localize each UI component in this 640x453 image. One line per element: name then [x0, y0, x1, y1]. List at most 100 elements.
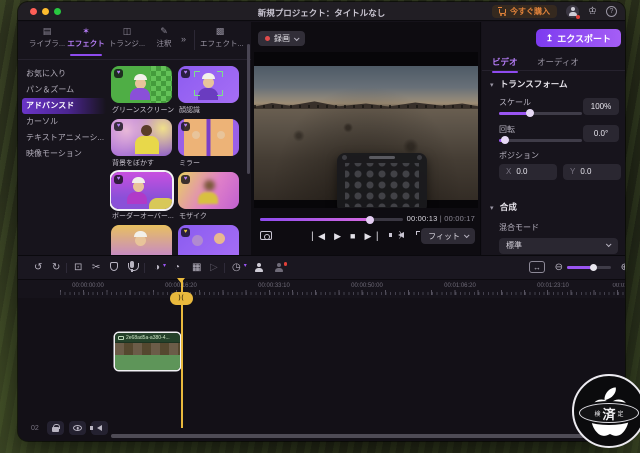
position-y-field[interactable]: Y 0.0: [563, 164, 621, 180]
playhead-split-handle[interactable]: )(: [170, 292, 193, 305]
position-label: ポジション: [499, 151, 539, 160]
timeline-zoom-slider[interactable]: [567, 263, 611, 271]
effects-scrollbar[interactable]: [247, 44, 250, 174]
effect-thumb-art: [149, 198, 172, 209]
category-video-motion[interactable]: 映像モーション: [22, 146, 106, 162]
next-frame-icon[interactable]: ▶: [364, 228, 377, 245]
video-frame: [254, 66, 478, 208]
record-button[interactable]: 録画: [258, 31, 305, 46]
volume-icon[interactable]: [389, 230, 404, 239]
crown-icon[interactable]: ♔: [588, 6, 597, 17]
fit-zoom-dropdown[interactable]: フィット: [421, 228, 475, 244]
effect-thumb-partial[interactable]: [111, 225, 172, 255]
category-text-animation[interactable]: テキストアニメーシ...: [22, 130, 106, 146]
ruler-timecode: 00:01: [612, 283, 625, 289]
category-favorites[interactable]: お気に入り: [22, 66, 106, 82]
category-advanced[interactable]: アドバンスド: [22, 98, 106, 114]
composite-section-header[interactable]: ▾ 合成: [490, 201, 517, 213]
marker-icon[interactable]: [110, 262, 118, 271]
toolbar-divider: [144, 263, 145, 273]
export-button[interactable]: ↥ エクスポート: [535, 29, 621, 47]
ruler-timecode: 00:00:50:00: [351, 283, 383, 289]
speed-icon[interactable]: ◔: [174, 261, 180, 274]
effect-thumb-border-overlay[interactable]: ♥: [111, 172, 172, 209]
zoom-slider-knob[interactable]: [589, 263, 597, 271]
effect-thumb-mosaic[interactable]: ♥: [178, 172, 239, 209]
category-cursor[interactable]: カーソル: [22, 114, 106, 130]
rotation-value[interactable]: 0.0°: [583, 125, 619, 142]
effect-thumb-art: [134, 231, 147, 237]
position-x-field[interactable]: X 0.0: [499, 164, 557, 180]
lut-icon[interactable]: ▦: [192, 261, 201, 274]
tab-library[interactable]: ▤ ライブラ...: [27, 26, 67, 49]
account-avatar[interactable]: [566, 5, 581, 19]
zoom-in-icon[interactable]: ⊕: [621, 261, 625, 274]
timeline-clip[interactable]: 2e68ad5a-a380-4...: [115, 333, 180, 370]
redo-icon[interactable]: ↻: [52, 261, 60, 274]
track-lock-button[interactable]: [47, 421, 64, 435]
effect-thumb-art: [202, 73, 215, 79]
track-mute-button[interactable]: [90, 421, 108, 435]
export-label: エクスポート: [557, 33, 611, 44]
speaker-person-icon[interactable]: [254, 263, 263, 276]
tab-divider: [194, 30, 195, 50]
fit-timeline-icon[interactable]: ↔: [529, 261, 545, 273]
timeline-ruler[interactable]: 00:00:00:00 00:00:16:20 00:00:33:10 00:0…: [18, 281, 625, 298]
effect-thumb-art: [217, 131, 225, 139]
more-tabs-chevron[interactable]: »: [181, 34, 186, 44]
favorite-heart-icon: ♥: [181, 122, 190, 131]
effect-label: ミラー: [179, 160, 200, 167]
seek-thumb[interactable]: [365, 215, 374, 224]
zoom-out-icon[interactable]: ⊖: [555, 261, 563, 274]
ruler-timecode: 00:01:23:10: [537, 283, 569, 289]
category-pan-zoom[interactable]: パン＆ズーム: [22, 82, 106, 98]
effect-thumb-partial[interactable]: ♥: [178, 225, 239, 255]
seek-bar[interactable]: [260, 215, 403, 224]
buy-now-button[interactable]: 今すぐ購入: [492, 5, 558, 18]
library-icon: ▤: [42, 26, 52, 36]
tab-audio[interactable]: オーディオ: [537, 56, 579, 68]
split-icon[interactable]: ✂: [92, 261, 100, 274]
effect-thumb-face-recognition[interactable]: ♥: [178, 66, 239, 103]
tab-effects[interactable]: ✶ エフェクト: [66, 26, 106, 56]
stop-icon[interactable]: ■: [350, 228, 355, 244]
scale-value[interactable]: 100%: [583, 98, 619, 115]
tab-transitions[interactable]: ◫ トランジ...: [107, 26, 147, 49]
titlebar-actions: 今すぐ購入 ♔ ?: [492, 4, 617, 19]
effect-thumb-art: [204, 180, 215, 191]
effect-thumb-blur-background[interactable]: ♥: [111, 119, 172, 156]
effect-label: ボーダーオーバー...: [112, 213, 174, 220]
tab-video[interactable]: ビデオ: [492, 56, 518, 73]
favorite-heart-icon: ♥: [114, 69, 123, 78]
face-frame-corner: [194, 71, 200, 77]
snapshot-icon[interactable]: [260, 231, 272, 240]
previous-frame-icon[interactable]: ◀: [312, 228, 325, 245]
effects-icon: ✶: [82, 26, 90, 36]
rotation-label: 回転: [499, 125, 515, 134]
color-correction-icon[interactable]: ◑ ▾: [154, 261, 166, 274]
scale-slider-knob[interactable]: [526, 109, 535, 117]
favorite-heart-icon: ♥: [181, 69, 190, 78]
play-icon[interactable]: ▶: [334, 228, 341, 244]
crop-icon[interactable]: ⊡: [74, 261, 82, 274]
blend-mode-dropdown[interactable]: 標準: [499, 238, 618, 254]
rotation-slider-knob[interactable]: [500, 136, 509, 144]
help-icon[interactable]: ?: [606, 6, 617, 17]
track-visibility-button[interactable]: [69, 421, 86, 435]
effect-thumb-green-screen[interactable]: ♥: [111, 66, 172, 103]
tab-effects-store[interactable]: ▩ エフェクト...: [200, 26, 244, 49]
duration-icon[interactable]: ◷ ▾: [232, 261, 247, 274]
timeline-hscrollbar[interactable]: [111, 434, 618, 438]
keypad-art: [369, 156, 395, 159]
current-time: 00:00:13: [406, 214, 438, 223]
rotation-slider[interactable]: [499, 136, 582, 144]
voiceover-mic-icon[interactable]: [127, 261, 139, 272]
effect-thumb-art: [192, 235, 203, 246]
tab-annotation[interactable]: ✎ 注釈: [144, 26, 184, 49]
scale-slider[interactable]: [499, 109, 582, 117]
transform-section-header[interactable]: ▾ トランスフォーム: [490, 78, 567, 90]
effect-thumb-mirror[interactable]: ♥: [178, 119, 239, 156]
undo-icon[interactable]: ↺: [34, 261, 42, 274]
playhead-ruler-marker[interactable]: [177, 278, 185, 283]
record-label: 録画: [274, 34, 290, 43]
